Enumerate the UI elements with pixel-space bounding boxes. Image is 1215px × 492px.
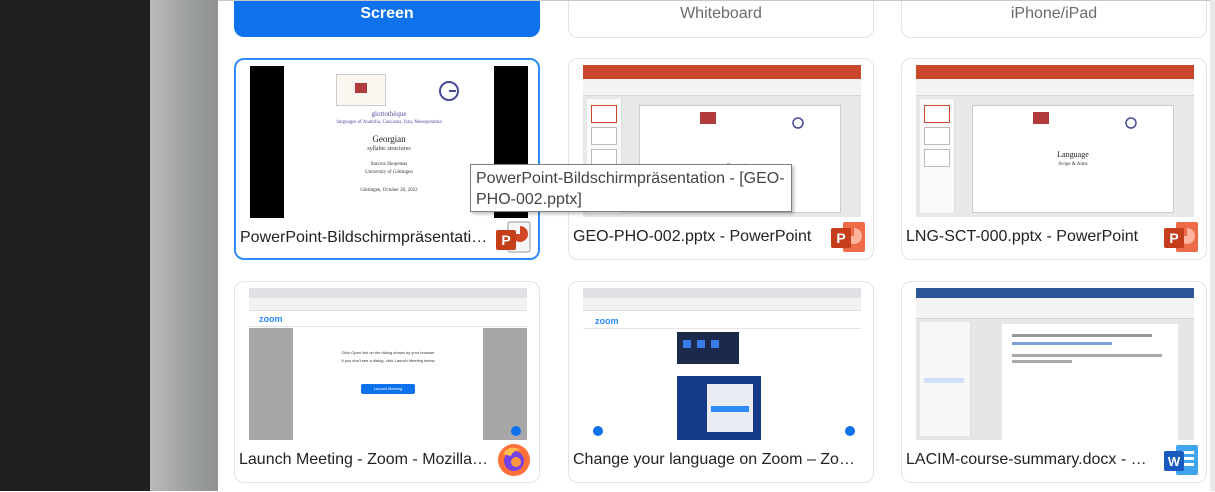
slide-title: Georgian	[372, 134, 406, 144]
share-screen-panel: Screen Whiteboard iPhone/iPad glottothèq…	[218, 0, 1210, 492]
svg-text:P: P	[1169, 230, 1178, 246]
background-window-dark	[0, 0, 150, 491]
slide-topic: Scope & Aims	[1058, 162, 1088, 167]
window-label: LACIM-course-summary.docx - Word	[906, 451, 1156, 468]
slide-topic: syllabic structures	[367, 146, 411, 152]
window-label: GEO-PHO-002.pptx - PowerPoint	[573, 228, 812, 245]
window-label: Launch Meeting - Zoom - Mozilla Firefox	[239, 451, 489, 468]
slide-subtitle: languages of Anatolia, Caucasus, Iran, M…	[336, 120, 442, 125]
slide-org: glottothèque	[371, 110, 407, 118]
window-thumbnail: zoom Click Open link on the dialog shown…	[249, 288, 527, 440]
zoom-page-line1: Click Open link on the dialog shown by y…	[341, 350, 435, 355]
powerpoint-icon: P	[1164, 222, 1198, 252]
share-option-whiteboard[interactable]: Whiteboard	[568, 1, 874, 38]
powerpoint-icon: P	[831, 222, 865, 252]
share-option-iphone-ipad[interactable]: iPhone/iPad	[901, 1, 1207, 38]
powerpoint-slideshow-icon: P	[496, 221, 531, 253]
window-label: PowerPoint-Bildschirmpräsentation - [GEO…	[240, 229, 490, 246]
window-thumbnail: Language Scope & Aims	[916, 65, 1194, 217]
window-card-firefox-launch-meeting[interactable]: zoom Click Open link on the dialog shown…	[234, 281, 540, 483]
svg-text:W: W	[1168, 454, 1181, 469]
word-icon: W	[1164, 445, 1198, 475]
zoom-logo: zoom	[259, 314, 283, 324]
zoom-logo: zoom	[595, 316, 619, 326]
background-window-gray	[150, 0, 218, 491]
window-card-zoom-support[interactable]: zoom Change your language on Zoom – Zoom…	[568, 281, 874, 483]
slide-title: Language	[1057, 150, 1089, 159]
slide-date: Göttingen, October 26, 2022	[360, 188, 418, 193]
window-card-lng-sct-powerpoint[interactable]: Language Scope & Aims LNG-SCT-000.pptx -…	[901, 58, 1207, 260]
window-label: Change your language on Zoom – Zoom Supp…	[573, 451, 863, 468]
window-label: LNG-SCT-000.pptx - PowerPoint	[906, 228, 1139, 245]
window-thumbnail: zoom	[583, 288, 861, 440]
zoom-page-line2: If you don't see a dialog, click Launch …	[341, 358, 435, 363]
window-thumbnail	[916, 288, 1194, 440]
glottotheque-logo-icon	[439, 81, 459, 101]
university-logo-icon	[336, 74, 386, 106]
share-option-screen[interactable]: Screen	[234, 1, 540, 37]
slide-author: Stavros Skopeteas	[370, 162, 408, 167]
window-card-geo-pho-powerpoint[interactable]: Georgian syllabic structures GEO-PHO-002…	[568, 58, 874, 260]
window-tooltip: PowerPoint-Bildschirmpräsentation - [GEO…	[470, 164, 792, 212]
window-card-slideshow[interactable]: glottothèque languages of Anatolia, Cauc…	[234, 58, 540, 260]
window-card-word-document[interactable]: LACIM-course-summary.docx - Word W	[901, 281, 1207, 483]
slide-affiliation: University of Göttingen	[365, 170, 413, 175]
scrollbar-track[interactable]	[1210, 0, 1215, 491]
svg-text:P: P	[501, 232, 510, 248]
firefox-icon	[498, 444, 530, 476]
svg-text:P: P	[836, 230, 845, 246]
launch-meeting-button: Launch Meeting	[361, 384, 415, 394]
